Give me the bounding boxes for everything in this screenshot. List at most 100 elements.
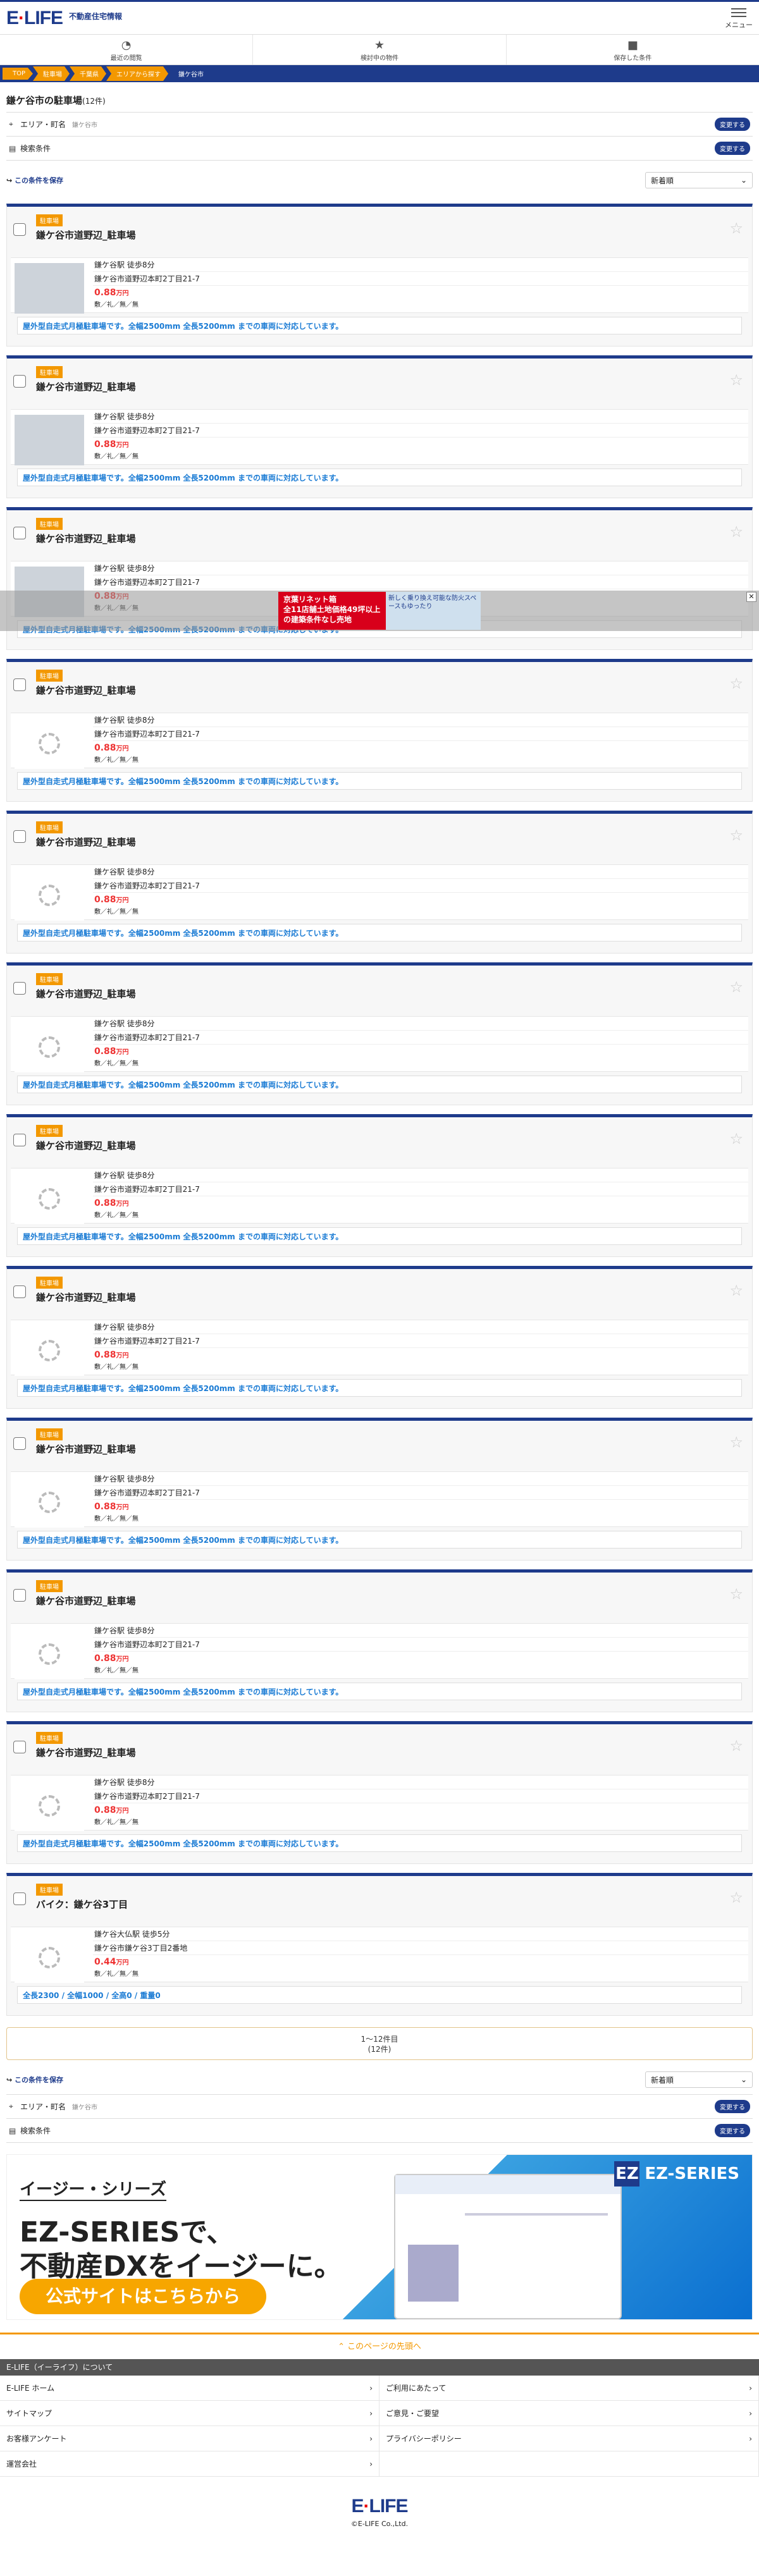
listing-checkbox[interactable] bbox=[13, 1741, 26, 1753]
tab-saved-conditions[interactable]: ■ 保存した条件 bbox=[507, 35, 759, 64]
chevron-right-icon: › bbox=[369, 2434, 373, 2443]
listing-thumbnail[interactable] bbox=[15, 1932, 84, 1983]
listing-title[interactable]: バイク：鎌ケ谷3丁目 bbox=[36, 1898, 128, 1911]
location-pin-icon: ⌖ bbox=[9, 2102, 13, 2111]
listing-checkbox[interactable] bbox=[13, 1589, 26, 1602]
listing-title[interactable]: 鎌ケ谷市道野辺_駐車場 bbox=[36, 532, 136, 545]
search-condition-row: ▤ 検索条件 変更する bbox=[6, 2119, 753, 2143]
menu-button[interactable]: メニュー bbox=[725, 6, 753, 30]
listing-card[interactable]: 駐車場 鎌ケ谷市道野辺_駐車場 ☆ 鎌ケ谷駅 徒歩8分 鎌ケ谷市道野辺本町2丁目21-7… bbox=[6, 1266, 753, 1409]
favorite-star-icon[interactable]: ☆ bbox=[729, 1585, 743, 1603]
listing-checkbox[interactable] bbox=[13, 1892, 26, 1905]
listing-thumbnail[interactable] bbox=[15, 415, 84, 465]
listing-thumbnail[interactable] bbox=[15, 1477, 84, 1528]
listing-title[interactable]: 鎌ケ谷市道野辺_駐車場 bbox=[36, 987, 136, 1000]
favorite-star-icon[interactable]: ☆ bbox=[729, 1433, 743, 1451]
listing-card[interactable]: 駐車場 鎌ケ谷市道野辺_駐車場 ☆ 鎌ケ谷駅 徒歩8分 鎌ケ谷市道野辺本町2丁目21-7… bbox=[6, 811, 753, 954]
favorite-star-icon[interactable]: ☆ bbox=[729, 978, 743, 996]
listing-card[interactable]: 駐車場 鎌ケ谷市道野辺_駐車場 ☆ 鎌ケ谷駅 徒歩8分 鎌ケ谷市道野辺本町2丁目21-7… bbox=[6, 1114, 753, 1257]
breadcrumb-item[interactable]: 駐車場 bbox=[33, 66, 70, 81]
close-icon[interactable]: ✕ bbox=[746, 592, 756, 602]
listing-station: 鎌ケ谷駅 徒歩8分 bbox=[93, 561, 748, 575]
listing-card[interactable]: 駐車場 鎌ケ谷市道野辺_駐車場 ☆ 鎌ケ谷駅 徒歩8分 鎌ケ谷市道野辺本町2丁目21-7… bbox=[6, 1569, 753, 1712]
footer-link[interactable]: プライバシーポリシー › bbox=[379, 2426, 759, 2451]
listing-card[interactable]: 駐車場 鎌ケ谷市道野辺_駐車場 ☆ 鎌ケ谷駅 徒歩8分 鎌ケ谷市道野辺本町2丁目21-7… bbox=[6, 1418, 753, 1561]
listing-fees: 敷／礼／無／無 bbox=[94, 1060, 139, 1067]
listing-thumbnail[interactable] bbox=[15, 1325, 84, 1376]
save-condition-button[interactable]: ↪ この条件を保存 bbox=[6, 175, 63, 185]
banner-cta-button[interactable]: 公式サイトはこちらから bbox=[20, 2279, 266, 2314]
listing-card[interactable]: 駐車場 鎌ケ谷市道野辺_駐車場 ☆ 鎌ケ谷駅 徒歩8分 鎌ケ谷市道野辺本町2丁目21-7… bbox=[6, 204, 753, 347]
listing-body: 鎌ケ谷駅 徒歩8分鎌ケ谷市道野辺本町2丁目21-7 0.88万円敷／礼／無／無 bbox=[11, 713, 748, 769]
listing-checkbox[interactable] bbox=[13, 1134, 26, 1146]
breadcrumb-item[interactable]: 千葉県 bbox=[70, 66, 106, 81]
listing-title[interactable]: 鎌ケ谷市道野辺_駐車場 bbox=[36, 835, 136, 849]
listing-title[interactable]: 鎌ケ谷市道野辺_駐車場 bbox=[36, 1746, 136, 1759]
site-logo[interactable]: E·LIFE bbox=[6, 8, 63, 29]
footer-link[interactable]: お客様アンケート › bbox=[0, 2426, 379, 2451]
favorite-star-icon[interactable]: ☆ bbox=[729, 675, 743, 692]
listing-thumbnail[interactable] bbox=[15, 1022, 84, 1072]
listing-station: 鎌ケ谷駅 徒歩8分 bbox=[93, 1624, 748, 1638]
listing-thumbnail[interactable] bbox=[15, 263, 84, 314]
listing-thumbnail[interactable] bbox=[15, 718, 84, 769]
footer-link[interactable]: ご利用にあたって › bbox=[379, 2376, 759, 2401]
listing-checkbox[interactable] bbox=[13, 1285, 26, 1298]
footer-link[interactable]: ご意見・ご要望 › bbox=[379, 2401, 759, 2426]
listing-fees: 敷／礼／無／無 bbox=[94, 1364, 139, 1371]
favorite-star-icon[interactable]: ☆ bbox=[729, 826, 743, 844]
favorite-star-icon[interactable]: ☆ bbox=[729, 1889, 743, 1906]
listing-title[interactable]: 鎌ケ谷市道野辺_駐車場 bbox=[36, 228, 136, 242]
favorite-star-icon[interactable]: ☆ bbox=[729, 523, 743, 541]
listing-title[interactable]: 鎌ケ谷市道野辺_駐車場 bbox=[36, 1139, 136, 1152]
listing-title[interactable]: 鎌ケ谷市道野辺_駐車場 bbox=[36, 1594, 136, 1607]
listing-card[interactable]: 駐車場 鎌ケ谷市道野辺_駐車場 ☆ 鎌ケ谷駅 徒歩8分 鎌ケ谷市道野辺本町2丁目21-7… bbox=[6, 962, 753, 1105]
listing-card[interactable]: 駐車場 鎌ケ谷市道野辺_駐車場 ☆ 鎌ケ谷駅 徒歩8分 鎌ケ谷市道野辺本町2丁目21-7… bbox=[6, 355, 753, 498]
listing-thumbnail[interactable] bbox=[15, 870, 84, 921]
favorite-star-icon[interactable]: ☆ bbox=[729, 219, 743, 237]
back-to-top-link[interactable]: ⌃ このページの先頭へ bbox=[0, 2333, 759, 2359]
listing-checkbox[interactable] bbox=[13, 527, 26, 539]
listing-checkbox[interactable] bbox=[13, 1437, 26, 1450]
breadcrumb-item[interactable]: TOP bbox=[3, 68, 33, 80]
listing-note: 屋外型自走式月極駐車場です。全幅2500mm 全長5200mm までの車両に対応… bbox=[17, 1379, 742, 1397]
save-condition-button[interactable]: ↪ この条件を保存 bbox=[6, 2075, 63, 2085]
change-area-button[interactable]: 変更する bbox=[715, 118, 750, 131]
favorite-star-icon[interactable]: ☆ bbox=[729, 1282, 743, 1299]
listing-card[interactable]: 駐車場 鎌ケ谷市道野辺_駐車場 ☆ 鎌ケ谷駅 徒歩8分 鎌ケ谷市道野辺本町2丁目21-7… bbox=[6, 659, 753, 802]
listing-title[interactable]: 鎌ケ谷市道野辺_駐車場 bbox=[36, 1442, 136, 1456]
listing-checkbox[interactable] bbox=[13, 678, 26, 691]
footer-link[interactable]: E-LIFE ホーム › bbox=[0, 2376, 379, 2401]
listing-checkbox[interactable] bbox=[13, 223, 26, 236]
listing-title[interactable]: 鎌ケ谷市道野辺_駐車場 bbox=[36, 684, 136, 697]
footer-link[interactable]: サイトマップ › bbox=[0, 2401, 379, 2426]
copyright: ©E-LIFE Co.,Ltd. bbox=[350, 2520, 409, 2528]
change-search-button[interactable]: 変更する bbox=[715, 142, 750, 155]
sort-select[interactable]: 新着順 ⌄ bbox=[645, 2071, 753, 2088]
change-area-button[interactable]: 変更する bbox=[715, 2100, 750, 2113]
breadcrumb-item[interactable]: エリアから探す bbox=[106, 66, 168, 81]
footer-link[interactable]: 運営会社 › bbox=[0, 2451, 379, 2477]
listing-card[interactable]: 駐車場 バイク：鎌ケ谷3丁目 ☆ 鎌ケ谷大仏駅 徒歩5分 鎌ケ谷市鎌ケ谷3丁目2番地 0.… bbox=[6, 1873, 753, 2016]
listing-thumbnail[interactable] bbox=[15, 1174, 84, 1224]
listing-checkbox[interactable] bbox=[13, 982, 26, 995]
listing-checkbox[interactable] bbox=[13, 830, 26, 843]
tab-recent[interactable]: ◔ 最近の閲覧 bbox=[0, 35, 254, 64]
favorite-star-icon[interactable]: ☆ bbox=[729, 1737, 743, 1755]
listing-card[interactable]: 駐車場 鎌ケ谷市道野辺_駐車場 ☆ 鎌ケ谷駅 徒歩8分 鎌ケ谷市道野辺本町2丁目21-7… bbox=[6, 1721, 753, 1864]
search-condition-row: ▤ 検索条件 変更する bbox=[6, 137, 753, 161]
tab-favorites[interactable]: ★ 検討中の物件 bbox=[253, 35, 507, 64]
sort-select[interactable]: 新着順 ⌄ bbox=[645, 172, 753, 188]
listing-title[interactable]: 鎌ケ谷市道野辺_駐車場 bbox=[36, 1291, 136, 1304]
loading-spinner-icon bbox=[39, 1340, 60, 1361]
property-type-badge: 駐車場 bbox=[36, 1277, 63, 1289]
favorite-star-icon[interactable]: ☆ bbox=[729, 1130, 743, 1148]
listing-thumbnail[interactable] bbox=[15, 1781, 84, 1831]
change-search-button[interactable]: 変更する bbox=[715, 2124, 750, 2137]
listing-checkbox[interactable] bbox=[13, 375, 26, 388]
ad-banner[interactable]: 京葉リネット箱 全11店舗土地価格49坪以上の建築条件なし売地 新しく乗り換え可能… bbox=[278, 592, 481, 630]
ez-series-banner[interactable]: イージー・シリーズ EZ-SERIESで、 不動産DXをイージーに。 公式サイト… bbox=[6, 2154, 753, 2320]
listing-thumbnail[interactable] bbox=[15, 1629, 84, 1679]
favorite-star-icon[interactable]: ☆ bbox=[729, 371, 743, 389]
listing-title[interactable]: 鎌ケ谷市道野辺_駐車場 bbox=[36, 380, 136, 393]
